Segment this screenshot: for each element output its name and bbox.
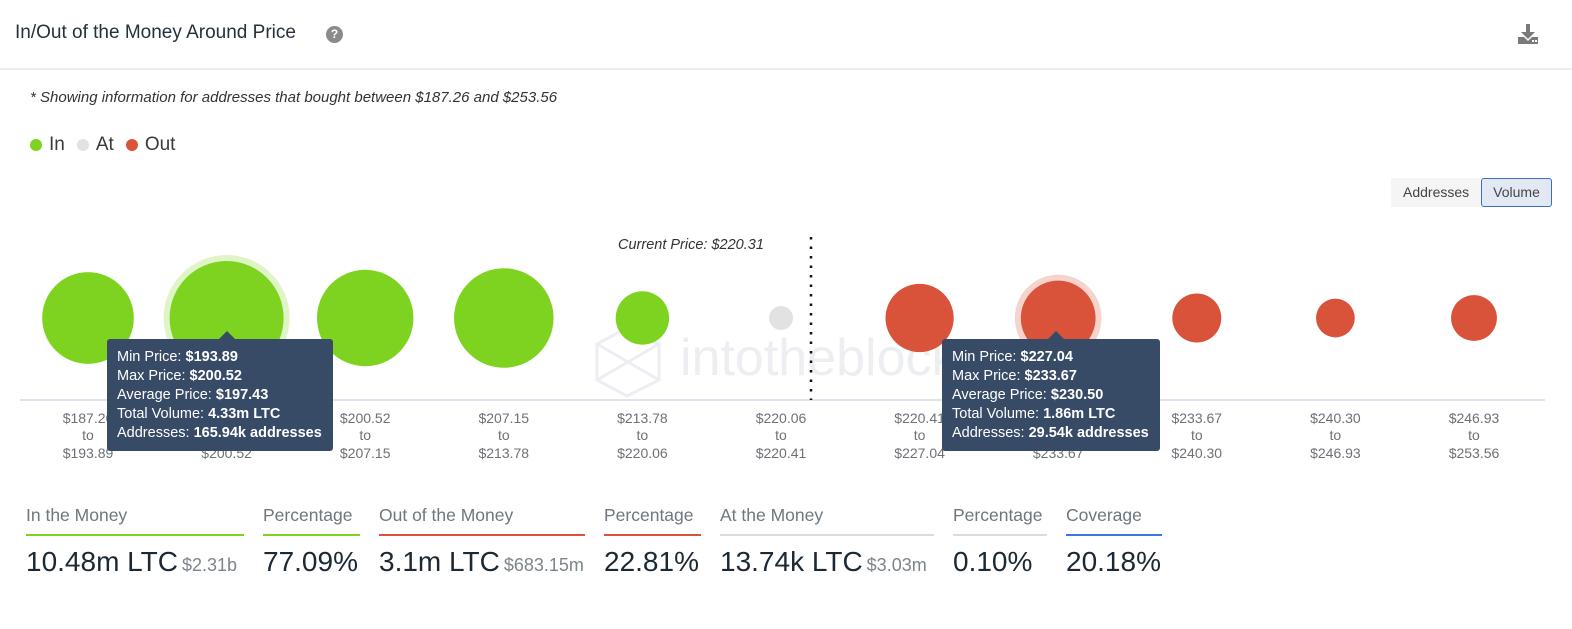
tooltip-row: Average Price: $197.43: [117, 387, 269, 403]
legend: In At Out: [30, 134, 187, 156]
bubble-in-4[interactable]: [454, 268, 554, 368]
stat-label: Percentage: [263, 505, 360, 536]
current-price-label: Current Price: $220.31: [618, 237, 764, 253]
x-tick-label-from: $207.15: [478, 410, 529, 426]
stat-value: 10.48m LTC $2.31b: [26, 546, 238, 577]
x-tick-label-to: $193.89: [63, 445, 114, 461]
toggle-addresses-button[interactable]: Addresses: [1391, 178, 1482, 207]
stat-out-of-the-money: Out of the Money 3.1m LTC $683.15m: [379, 505, 585, 578]
question-circle-icon[interactable]: ?: [326, 26, 343, 43]
x-tick-label-to: $207.15: [340, 445, 391, 461]
tooltip-row: Total Volume: 1.86m LTC: [952, 406, 1116, 422]
tooltip-row: Total Volume: 4.33m LTC: [117, 406, 281, 422]
stat-in-the-money: In the Money 10.48m LTC $2.31b: [26, 505, 244, 578]
tooltip-bucket-2: Min Price: $193.89 Max Price: $200.52 Av…: [107, 331, 333, 451]
legend-item-at[interactable]: At: [76, 134, 114, 156]
x-tick-label-from: $187.26: [63, 410, 114, 426]
stat-label: Percentage: [604, 505, 701, 536]
legend-dot-out: [125, 139, 138, 151]
x-tick-label-to-word: to: [1330, 427, 1342, 443]
metric-toggle: Addresses Volume: [1391, 178, 1552, 207]
stat-value: 13.74k LTC $3.03m: [720, 546, 927, 577]
x-tick-label-to-word: to: [498, 427, 510, 443]
x-tick-label-to: $213.78: [478, 445, 529, 461]
x-tick-label-to-word: to: [637, 427, 649, 443]
bubble-out-9[interactable]: [1172, 293, 1222, 343]
card-title: In/Out of the Money Around Price: [15, 22, 296, 43]
tooltip-row: Max Price: $233.67: [952, 368, 1077, 384]
x-tick-label-to-word: to: [1191, 427, 1203, 443]
legend-item-out[interactable]: Out: [125, 134, 176, 156]
x-tick-label-to: $220.41: [756, 445, 807, 461]
bubble-out-10[interactable]: [1316, 298, 1355, 338]
tooltip-row: Min Price: $227.04: [952, 349, 1073, 365]
x-tick-label-to: $253.56: [1449, 445, 1500, 461]
x-tick-label-to: $240.30: [1171, 445, 1222, 461]
legend-dot-in: [30, 139, 42, 151]
download-icon[interactable]: [1516, 22, 1540, 46]
stat-label: In the Money: [26, 505, 244, 536]
stat-at-the-money: At the Money 13.74k LTC $3.03m: [720, 505, 934, 578]
x-tick-label-to-word: to: [359, 427, 371, 443]
stat-in-percentage: Percentage 77.09%: [263, 505, 360, 578]
x-tick-label-to-word: to: [914, 427, 926, 443]
legend-item-in[interactable]: In: [30, 134, 65, 156]
stat-coverage: Coverage 20.18%: [1066, 505, 1162, 578]
x-tick-label-to: $246.93: [1310, 445, 1361, 461]
tooltip-bucket-8: Min Price: $227.04 Max Price: $233.67 Av…: [942, 331, 1160, 451]
x-tick-label-to-word: to: [82, 427, 94, 443]
toggle-volume-button[interactable]: Volume: [1481, 178, 1552, 207]
range-note: * Showing information for addresses that…: [30, 89, 558, 106]
stat-label: Percentage: [953, 505, 1047, 536]
summary-stats: In the Money 10.48m LTC $2.31b Percentage…: [26, 505, 1181, 578]
stat-label: Out of the Money: [379, 505, 585, 536]
stat-out-percentage: Percentage 22.81%: [604, 505, 701, 578]
legend-label-out: Out: [144, 134, 176, 155]
stat-value: 0.10%: [953, 546, 1033, 577]
x-tick-label-to-word: to: [1468, 427, 1480, 443]
legend-dot-at: [76, 139, 89, 151]
stat-value: 77.09%: [263, 546, 358, 577]
x-tick-label-from: $220.41: [894, 410, 945, 426]
bubble-at-6[interactable]: [769, 306, 793, 330]
stat-value: 20.18%: [1066, 546, 1161, 577]
bubble-out-11[interactable]: [1451, 295, 1497, 341]
tooltip-row: Average Price: $230.50: [952, 387, 1104, 403]
bubble-in-5[interactable]: [615, 291, 670, 345]
legend-label-at: At: [95, 134, 114, 155]
x-tick-label-from: $213.78: [617, 410, 668, 426]
tooltip-row: Min Price: $193.89: [117, 349, 238, 365]
stat-at-percentage: Percentage 0.10%: [953, 505, 1047, 578]
tooltip-row: Max Price: $200.52: [117, 368, 242, 384]
tooltip-row: Addresses: 29.54k addresses: [952, 425, 1149, 441]
x-tick-label-from: $220.06: [756, 410, 807, 426]
tooltip-row: Addresses: 165.94k addresses: [117, 425, 322, 441]
x-tick-label-from: $240.30: [1310, 410, 1361, 426]
x-tick-label-from: $246.93: [1449, 410, 1500, 426]
stat-value: 3.1m LTC $683.15m: [379, 546, 584, 577]
x-tick-label-to: $220.06: [617, 445, 668, 461]
x-tick-label-from: $200.52: [340, 410, 391, 426]
stat-value: 22.81%: [604, 546, 699, 577]
x-tick-label-to: $227.04: [894, 445, 945, 461]
card-header: In/Out of the Money Around Price ?: [0, 0, 1572, 70]
legend-label-in: In: [49, 134, 65, 155]
x-tick-label-to-word: to: [775, 427, 787, 443]
stat-label: At the Money: [720, 505, 934, 536]
x-tick-label-from: $233.67: [1171, 410, 1222, 426]
stat-label: Coverage: [1066, 505, 1162, 536]
